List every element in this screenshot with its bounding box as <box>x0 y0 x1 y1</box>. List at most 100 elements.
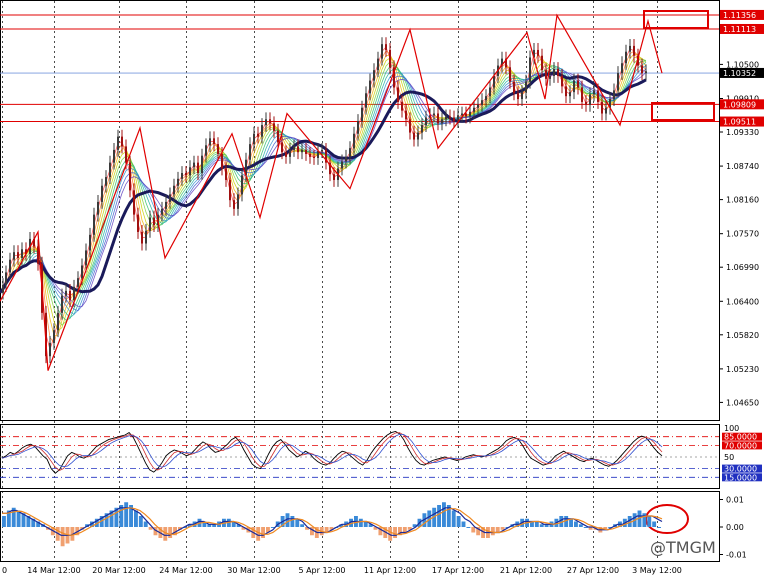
price-bar-body <box>333 174 335 180</box>
price-bar-body <box>217 144 219 154</box>
macd-histogram-bar <box>657 527 661 528</box>
price-bar-body <box>289 149 291 157</box>
oscillator-tick-label: 85.0000 <box>724 433 757 442</box>
price-tick-label: 1.09330 <box>726 128 759 137</box>
price-bar-body <box>129 162 131 191</box>
price-bar-body <box>149 217 151 231</box>
price-tick-label: 1.06990 <box>726 263 759 272</box>
macd-histogram-bar <box>574 521 578 527</box>
time-axis-label: 30 Mar 12:00 <box>227 566 280 575</box>
price-bar-body <box>397 87 399 102</box>
price-bar-body <box>425 117 427 126</box>
macd-histogram-bar <box>471 527 476 533</box>
price-bar-body <box>61 295 63 313</box>
macd-histogram-bar <box>495 527 500 533</box>
price-axis: 1.105001.099101.093301.087401.081601.075… <box>719 9 764 407</box>
price-bar-body <box>249 144 251 160</box>
macd-tick-label: 0.00 <box>726 523 744 532</box>
time-axis-label: 27 Apr 12:00 <box>567 566 619 575</box>
price-bar-body <box>9 259 11 273</box>
price-bar-body <box>377 58 379 71</box>
price-bar-body <box>349 148 351 157</box>
price-bar-body <box>145 230 147 244</box>
time-axis-label: 24 Mar 12:00 <box>159 566 212 575</box>
time-axis-label: 21 Apr 12:00 <box>500 566 552 575</box>
price-bar-body <box>477 104 479 108</box>
price-bar-body <box>433 113 435 116</box>
price-bar-body <box>81 265 83 279</box>
macd-tick-label: 0.01 <box>726 496 744 505</box>
price-bar-body <box>161 208 163 215</box>
price-bar-body <box>253 133 255 145</box>
price-bar-body <box>197 162 199 174</box>
price-bar-body <box>405 110 407 120</box>
price-tick-label: 1.05820 <box>726 331 759 340</box>
price-bar-body <box>53 330 55 343</box>
macd-histogram-bar <box>583 527 588 528</box>
macd-histogram-bar <box>2 516 6 527</box>
macd-tick-label: -0.01 <box>726 551 747 560</box>
price-bar-body <box>613 90 615 100</box>
price-bar-body <box>265 119 267 126</box>
price-bar-body <box>605 107 607 114</box>
price-bar-body <box>493 75 495 88</box>
price-bar-body <box>201 155 203 174</box>
price-bar-body <box>257 133 259 137</box>
price-bar-body <box>445 116 447 120</box>
price-bar-body <box>373 70 375 81</box>
price-bar-body <box>537 49 539 56</box>
price-bar-body <box>225 168 227 180</box>
price-bar-body <box>189 167 191 176</box>
price-bar-body <box>641 65 643 74</box>
price-bar-body <box>573 80 575 93</box>
price-bar-body <box>261 125 263 137</box>
macd-histogram-bar <box>143 521 148 527</box>
macd-histogram-bar <box>134 510 138 527</box>
price-bar-body <box>297 146 299 153</box>
price-bar-body <box>313 156 315 158</box>
price-bar-body <box>409 119 411 133</box>
price-bar-body <box>77 278 79 287</box>
price-bar-body <box>97 201 99 215</box>
price-bar-body <box>85 250 87 266</box>
price-bar-body <box>529 57 531 82</box>
price-level-label: 1.09511 <box>723 118 756 127</box>
price-bar-body <box>525 81 527 93</box>
time-axis-label: 11 Apr 12:00 <box>364 566 416 575</box>
price-bar-body <box>513 81 515 94</box>
price-bar-body <box>5 272 7 286</box>
price-bar-body <box>601 101 603 114</box>
price-bar-body <box>389 49 391 68</box>
price-bar-body <box>213 138 215 145</box>
price-bar-body <box>233 200 235 209</box>
price-bar-body <box>509 67 511 82</box>
price-level-label: 1.11356 <box>723 11 756 20</box>
price-bar-body <box>645 71 647 74</box>
price-level-label: 1.10352 <box>723 69 756 78</box>
price-bar-body <box>13 252 15 260</box>
price-tick-label: 1.04650 <box>726 398 759 407</box>
price-tick-label: 1.08160 <box>726 196 759 205</box>
price-tick-label: 1.05230 <box>726 365 759 374</box>
price-bar-body <box>137 214 139 232</box>
price-bar-body <box>2 285 4 293</box>
price-bar-body <box>553 69 555 76</box>
price-bar-body <box>273 123 275 131</box>
price-bar-body <box>101 185 103 202</box>
time-axis-label: 14 Mar 12:00 <box>27 566 80 575</box>
price-bar-body <box>141 231 143 244</box>
price-bar-body <box>277 130 279 143</box>
macd-histogram-bar <box>461 521 466 527</box>
price-bar-body <box>209 138 211 146</box>
price-bar-body <box>153 217 155 226</box>
price-bar-body <box>117 136 119 150</box>
price-bar-body <box>353 133 355 149</box>
time-axis-label: 0 <box>2 566 7 575</box>
price-bar-body <box>557 69 559 76</box>
macd-histogram-bar <box>290 516 295 527</box>
time-axis-label: 20 Mar 12:00 <box>92 566 145 575</box>
price-bar-body <box>453 117 455 122</box>
price-bar-body <box>441 119 443 124</box>
price-bar-body <box>481 100 483 105</box>
macd-histogram-bar <box>500 527 505 530</box>
